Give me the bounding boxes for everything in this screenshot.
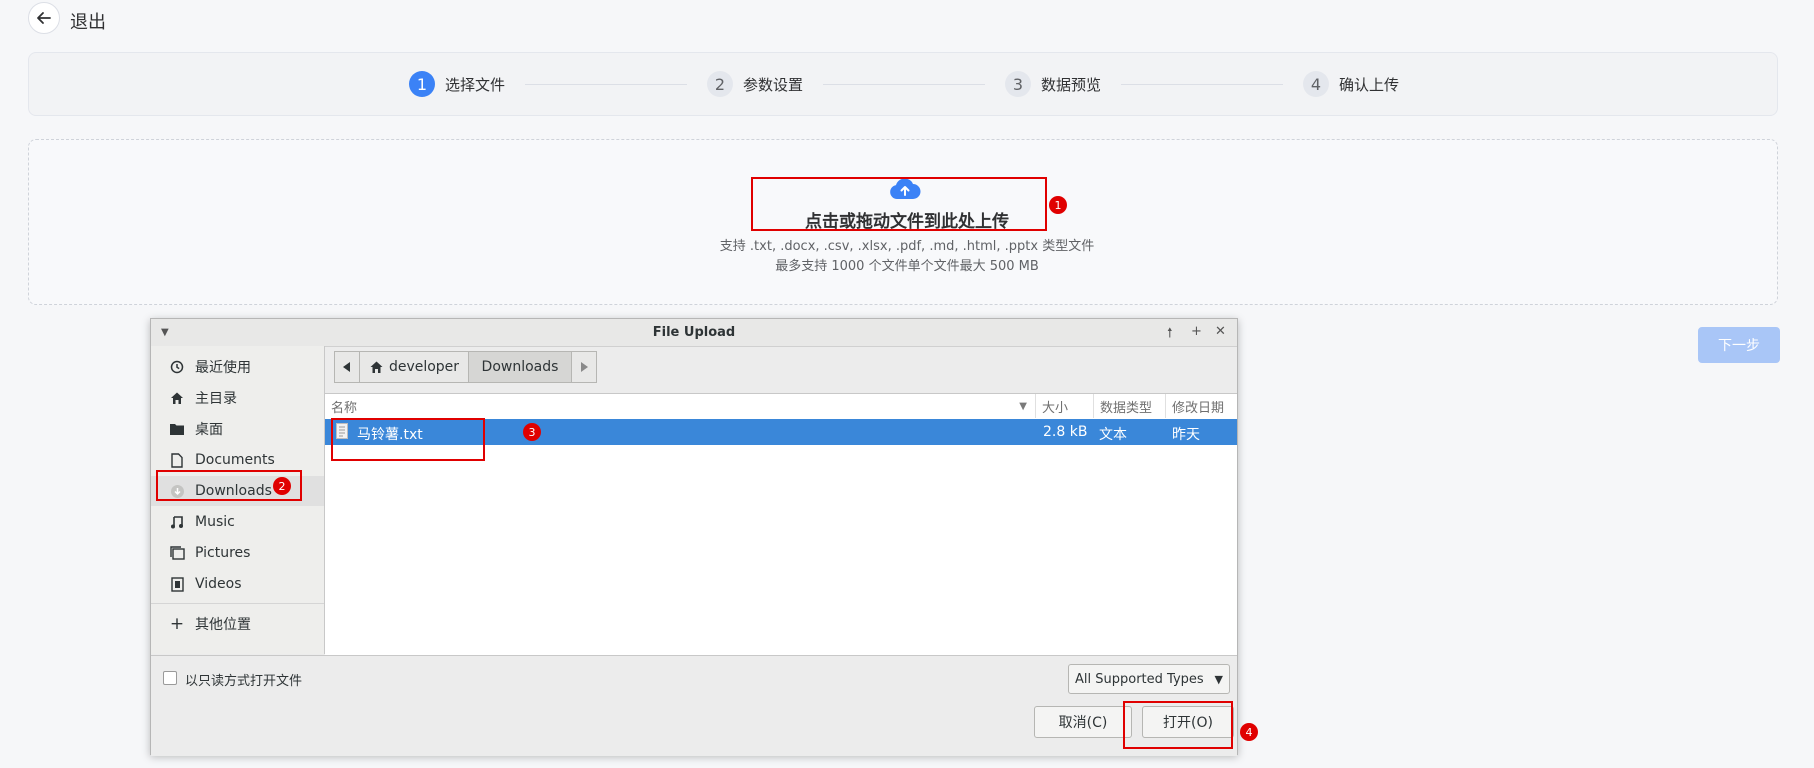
sidebar-item-label: Music [195, 514, 235, 530]
sidebar-item-videos[interactable]: Videos [151, 569, 324, 599]
path-label: Downloads [481, 359, 559, 375]
step-number: 2 [707, 71, 733, 97]
close-icon[interactable]: ✕ [1215, 324, 1226, 339]
annotation-badge-4: 4 [1240, 723, 1258, 741]
column-header-label: 数据类型 [1100, 400, 1153, 416]
step-1: 1 选择文件 [409, 71, 505, 97]
triangle-right-icon [581, 362, 588, 372]
home-icon [167, 391, 187, 405]
step-number: 4 [1303, 71, 1329, 97]
step-connector [1121, 84, 1283, 85]
back-label[interactable]: 退出 [70, 8, 106, 34]
back-button[interactable] [28, 2, 60, 34]
file-upload-dialog: ▼ File Upload 🠕 + ✕ 最近使用 主目录 桌面 Document… [150, 318, 1238, 756]
expand-icon[interactable]: + [1191, 324, 1202, 339]
step-connector [525, 84, 687, 85]
sidebar-item-home[interactable]: 主目录 [151, 383, 324, 413]
annotation-badge-1: 1 [1049, 196, 1067, 214]
readonly-checkbox[interactable] [163, 671, 177, 685]
file-size: 2.8 kB [1043, 424, 1088, 440]
videos-icon [167, 576, 187, 592]
column-header-size[interactable]: 大小 [1036, 394, 1094, 418]
pictures-icon [167, 546, 187, 560]
dialog-footer: 以只读方式打开文件 All Supported Types ▼ 取消(C) 打开… [151, 655, 1237, 756]
sidebar-item-label: 桌面 [195, 422, 223, 438]
sidebar-item-recent[interactable]: 最近使用 [151, 352, 324, 382]
path-label: developer [388, 359, 460, 375]
annotation-badge-2: 2 [273, 477, 291, 495]
step-label: 数据预览 [1041, 75, 1102, 94]
path-forward-button[interactable] [571, 351, 597, 383]
sidebar-separator [151, 603, 324, 604]
path-button-downloads[interactable]: Downloads [468, 351, 572, 383]
readonly-label[interactable]: 以只读方式打开文件 [185, 670, 302, 689]
document-icon [167, 452, 187, 468]
column-header-type[interactable]: 数据类型 [1094, 394, 1166, 418]
file-type: 文本 [1099, 427, 1127, 443]
sidebar-item-label: Pictures [195, 545, 251, 561]
upload-limits: 最多支持 1000 个文件单个文件最大 500 MB [775, 259, 1039, 274]
step-4: 4 确认上传 [1303, 71, 1399, 97]
sidebar-item-other-locations[interactable]: + 其他位置 [151, 609, 324, 639]
plus-icon: + [169, 614, 185, 634]
step-label: 参数设置 [743, 75, 804, 94]
sidebar-item-desktop[interactable]: 桌面 [151, 414, 324, 444]
file-type-filter[interactable]: All Supported Types ▼ [1068, 664, 1230, 694]
path-back-button[interactable] [334, 351, 360, 383]
step-connector [823, 84, 985, 85]
clock-icon [167, 360, 187, 374]
step-number: 1 [409, 71, 435, 97]
sidebar-item-music[interactable]: Music [151, 507, 324, 537]
triangle-left-icon [343, 362, 350, 372]
sort-down-icon: ▼ [1019, 400, 1027, 412]
file-modified: 昨天 [1172, 427, 1200, 443]
dialog-title: File Upload [652, 325, 736, 340]
annotation-box-4 [1123, 701, 1233, 749]
column-header-label: 修改日期 [1172, 400, 1225, 416]
sidebar-item-label: 其他位置 [195, 617, 251, 633]
next-step-button[interactable]: 下一步 [1698, 327, 1780, 363]
arrow-left-icon [37, 12, 51, 24]
home-icon [370, 361, 383, 373]
cancel-button[interactable]: 取消(C) [1034, 706, 1132, 738]
sidebar-item-pictures[interactable]: Pictures [151, 538, 324, 568]
step-label: 确认上传 [1339, 75, 1400, 94]
chevron-down-icon: ▼ [1214, 672, 1223, 686]
column-header-label: 大小 [1042, 400, 1069, 416]
maximize-icon[interactable]: 🠕 [1167, 324, 1173, 346]
annotation-badge-3: 3 [523, 423, 541, 441]
sidebar-item-label: 最近使用 [195, 360, 251, 376]
column-header-name[interactable]: 名称 ▼ [325, 394, 1036, 418]
folder-icon [167, 423, 187, 435]
music-icon [167, 515, 187, 529]
dialog-titlebar: ▼ File Upload 🠕 + ✕ [151, 319, 1237, 347]
step-3: 3 数据预览 [1005, 71, 1101, 97]
steps-bar: 1 选择文件 2 参数设置 3 数据预览 4 确认上传 [28, 52, 1778, 116]
annotation-box-1 [751, 177, 1047, 231]
step-number: 3 [1005, 71, 1031, 97]
filter-value: All Supported Types [1075, 671, 1204, 687]
sidebar-item-label: 主目录 [195, 391, 237, 407]
sidebar-item-label: Videos [195, 576, 242, 592]
step-2: 2 参数设置 [707, 71, 803, 97]
step-label: 选择文件 [445, 75, 506, 94]
column-header-label: 名称 [331, 400, 358, 416]
path-button-developer[interactable]: developer [359, 351, 469, 383]
annotation-box-3 [331, 418, 485, 461]
sidebar-item-label: Documents [195, 452, 275, 468]
column-header-modified[interactable]: 修改日期 [1166, 394, 1237, 418]
upload-formats: 支持 .txt, .docx, .csv, .xlsx, .pdf, .md, … [719, 239, 1095, 254]
